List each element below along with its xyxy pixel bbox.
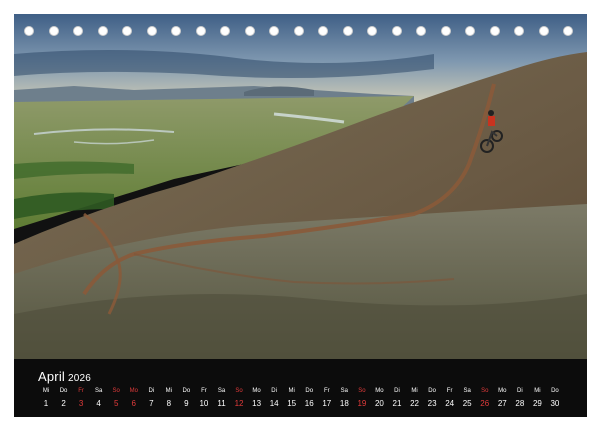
weekday-label: So <box>112 388 120 394</box>
calendar-page: April 2026 Mi 1 Do 2 Fr 3 Sa 4 So 5 Mo 6 Di 7 Mi 8 Do 9 Fr 1… <box>14 14 587 417</box>
binding-ring <box>391 26 402 36</box>
weekday-label: Fr <box>323 388 330 394</box>
weekday-label: Fr <box>78 388 84 394</box>
weekday-label: Do <box>551 388 559 394</box>
weekday-label: Mo <box>375 388 384 394</box>
day-number: 11 <box>217 399 226 408</box>
day-number: 10 <box>199 399 209 408</box>
day-number: 19 <box>357 399 367 408</box>
weekday-label: Sa <box>463 388 471 394</box>
binding-ring <box>146 26 157 36</box>
day-number: 2 <box>61 399 66 408</box>
day-number: 5 <box>113 399 119 408</box>
day-number: 21 <box>392 399 402 408</box>
day-number: 8 <box>166 399 172 408</box>
weekday-label: Fr <box>446 388 453 394</box>
binding-ring <box>318 26 328 36</box>
day-number: 28 <box>515 399 525 408</box>
month-name: April <box>38 369 66 384</box>
day-number: 17 <box>322 399 332 408</box>
binding-ring <box>48 26 59 36</box>
day-number: 24 <box>445 399 455 408</box>
weekday-label: So <box>235 388 243 394</box>
weekday-label: Di <box>394 388 400 394</box>
binding-ring <box>97 26 108 36</box>
day-number: 6 <box>131 399 136 408</box>
weekday-label: Mi <box>411 388 418 394</box>
weekday-label: So <box>481 388 489 394</box>
weekday-label: Mi <box>288 388 295 394</box>
weekday-label: Mo <box>252 388 261 394</box>
day-number: 1 <box>43 399 49 408</box>
weekday-label: Do <box>428 388 436 394</box>
binding-ring <box>244 26 255 36</box>
weekday-label: Di <box>271 388 277 394</box>
day-number: 4 <box>96 399 101 408</box>
day-number: 26 <box>480 399 490 408</box>
weekday-label: Mi <box>534 388 541 394</box>
day-number: 7 <box>149 399 154 408</box>
binding-ring <box>489 26 500 36</box>
weekday-label: Fr <box>201 388 207 394</box>
binding-ring <box>416 26 426 36</box>
month-title: April 2026 <box>38 369 91 384</box>
weekday-label: Do <box>305 388 314 394</box>
day-number: 14 <box>269 399 279 408</box>
binding-ring <box>171 26 181 36</box>
weekday-label: Mi <box>42 388 50 394</box>
binding-ring <box>195 26 206 36</box>
weekday-label: Mo <box>129 388 138 394</box>
spiral-binding <box>14 14 587 44</box>
weekday-label: So <box>358 388 366 394</box>
binding-ring <box>269 26 279 36</box>
day-number: 29 <box>532 399 542 408</box>
binding-ring <box>220 26 230 36</box>
day-number: 30 <box>550 399 560 408</box>
binding-ring <box>342 26 353 36</box>
weekday-label: Sa <box>94 388 103 394</box>
day-number: 27 <box>497 399 507 408</box>
weekday-label: Di <box>517 388 523 394</box>
weekday-label: Sa <box>217 388 226 394</box>
binding-ring <box>24 26 34 36</box>
weekday-label: Mi <box>165 388 173 394</box>
weekday-label: Mo <box>498 388 507 394</box>
weekday-label: Do <box>182 388 191 394</box>
day-number: 25 <box>462 399 472 408</box>
mountain-bike-trail-illustration <box>14 14 587 359</box>
day-number: 13 <box>252 399 262 408</box>
year-label: 2026 <box>68 373 92 384</box>
binding-ring <box>465 26 475 36</box>
weekday-label: Sa <box>340 388 349 394</box>
day-number: 15 <box>287 399 297 408</box>
day-number: 18 <box>339 399 349 408</box>
weekday-label: Di <box>148 388 155 394</box>
day-number: 23 <box>427 399 437 408</box>
binding-ring <box>367 26 377 36</box>
day-number: 9 <box>184 399 189 408</box>
binding-ring <box>293 26 304 36</box>
day-number: 20 <box>374 399 384 408</box>
day-number: 3 <box>78 399 84 408</box>
day-number: 12 <box>234 399 244 408</box>
binding-ring <box>122 26 132 36</box>
binding-ring <box>440 26 451 36</box>
binding-ring <box>563 26 573 36</box>
landscape-photo <box>14 14 587 359</box>
weekday-label: Do <box>59 388 68 394</box>
calendar-strip: April 2026 Mi 1 Do 2 Fr 3 Sa 4 So 5 Mo 6 Di 7 Mi 8 Do 9 Fr 1… <box>14 359 587 417</box>
binding-ring <box>514 26 524 36</box>
binding-ring <box>73 26 83 36</box>
day-number: 22 <box>410 399 419 408</box>
binding-ring <box>538 26 549 36</box>
day-number: 16 <box>304 399 314 408</box>
